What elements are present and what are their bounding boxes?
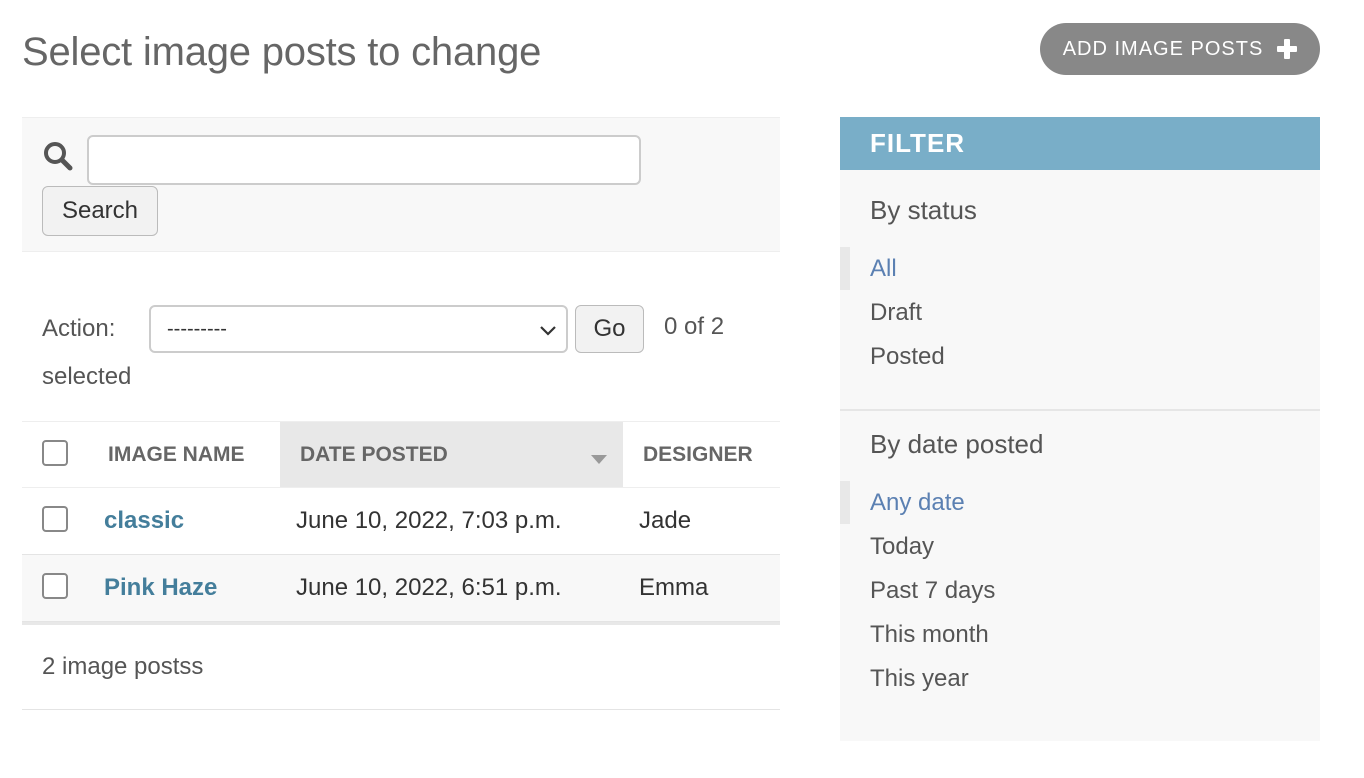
plus-icon <box>1277 39 1298 59</box>
chevron-down-icon <box>540 326 556 336</box>
filter-item-draft[interactable]: Draft <box>870 299 922 327</box>
image-name-cell: Pink Haze <box>104 555 217 621</box>
go-button[interactable]: Go <box>575 305 644 353</box>
filter-item-past-7-days[interactable]: Past 7 days <box>870 577 995 605</box>
filter-item-this-year[interactable]: This year <box>870 665 969 693</box>
selection-counter: 0 of 2 <box>664 313 725 340</box>
column-header-label: DATE POSTED <box>300 442 448 466</box>
results-table: IMAGE NAME DATE POSTED DESIGNER classic … <box>22 421 780 625</box>
sort-descending-icon[interactable] <box>591 455 607 464</box>
filter-item-posted[interactable]: Posted <box>870 343 945 371</box>
image-name-link[interactable]: Pink Haze <box>104 574 217 602</box>
select-all-checkbox[interactable] <box>42 440 68 466</box>
result-count: 2 image postss <box>42 653 204 680</box>
column-header-label: IMAGE NAME <box>108 442 245 466</box>
column-header-designer[interactable]: DESIGNER <box>643 422 780 487</box>
paginator: 2 image postss <box>22 624 780 710</box>
selection-counter-suffix: selected <box>42 363 132 390</box>
date-posted-cell: June 10, 2022, 7:03 p.m. <box>296 507 562 534</box>
designer-cell: Emma <box>639 574 709 601</box>
filter-sidebar: FILTER By status All Draft Posted By dat… <box>840 117 1320 741</box>
column-header-date-posted[interactable]: DATE POSTED <box>280 422 623 487</box>
change-list-page: Select image posts to change ADD IMAGE P… <box>0 0 1364 778</box>
action-select-value: --------- <box>167 317 227 340</box>
filter-item-this-month[interactable]: This month <box>870 621 989 649</box>
action-select[interactable]: --------- <box>149 305 568 353</box>
add-button-label: ADD IMAGE POSTS <box>1062 37 1264 60</box>
row-checkbox[interactable] <box>42 506 68 532</box>
selected-indicator <box>840 481 850 524</box>
search-toolbar: Search <box>22 117 780 252</box>
table-row: classic June 10, 2022, 7:03 p.m. Jade <box>22 488 780 555</box>
filter-header: FILTER <box>840 117 1320 170</box>
search-input[interactable] <box>87 135 641 185</box>
filter-group-title-status: By status <box>870 195 977 225</box>
row-checkbox[interactable] <box>42 573 68 599</box>
filter-group-title-date-posted: By date posted <box>870 429 1044 459</box>
add-image-posts-button[interactable]: ADD IMAGE POSTS <box>1040 23 1320 75</box>
filter-item-any-date[interactable]: Any date <box>870 489 965 517</box>
selected-indicator <box>840 247 850 290</box>
page-title: Select image posts to change <box>22 30 542 74</box>
table-header: IMAGE NAME DATE POSTED DESIGNER <box>22 421 780 488</box>
search-button[interactable]: Search <box>42 186 158 236</box>
table-row: Pink Haze June 10, 2022, 6:51 p.m. Emma <box>22 555 780 622</box>
column-header-label: DESIGNER <box>643 442 753 466</box>
action-label: Action: <box>42 315 116 342</box>
image-name-link[interactable]: classic <box>104 507 184 535</box>
image-name-cell: classic <box>104 488 184 554</box>
filter-item-all[interactable]: All <box>870 255 897 283</box>
designer-cell: Jade <box>639 507 692 534</box>
filter-divider <box>840 409 1320 411</box>
date-posted-cell: June 10, 2022, 6:51 p.m. <box>296 574 562 601</box>
search-icon <box>44 142 73 171</box>
column-header-image-name[interactable]: IMAGE NAME <box>108 422 280 487</box>
filter-item-today[interactable]: Today <box>870 533 934 561</box>
